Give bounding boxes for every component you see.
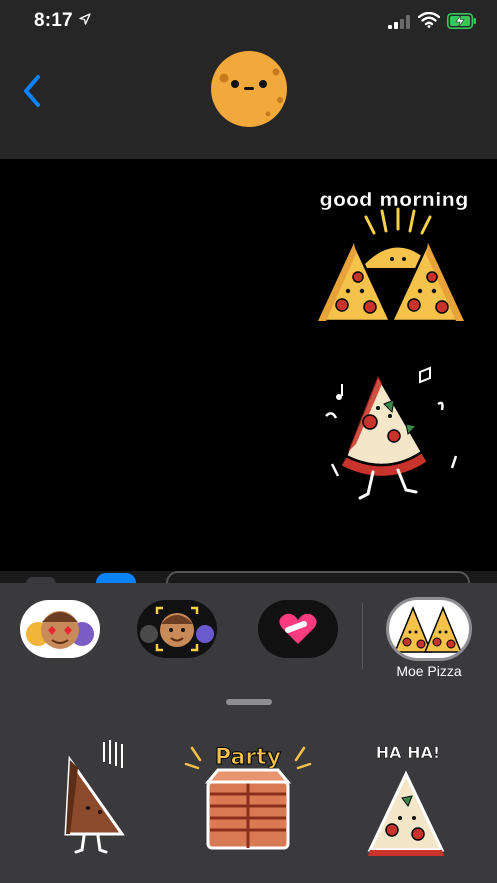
memoji-stickers-app-button[interactable] bbox=[20, 600, 100, 658]
cellular-signal-icon bbox=[388, 15, 410, 29]
moe-pizza-app-label: Moe Pizza bbox=[396, 663, 462, 679]
sticker-text: HA HA! bbox=[376, 743, 440, 762]
sticker-text: Party bbox=[215, 745, 281, 770]
location-arrow-icon bbox=[79, 13, 91, 25]
memoji-camera-icon bbox=[140, 606, 214, 652]
battery-charging-icon bbox=[447, 13, 476, 29]
dancing-pizza-sticker[interactable] bbox=[318, 364, 473, 514]
moe-pizza-app-button[interactable] bbox=[386, 597, 472, 661]
moe-pizza-icon bbox=[393, 606, 463, 653]
contact-avatar[interactable] bbox=[210, 50, 288, 128]
drawer-grabber-handle[interactable] bbox=[226, 699, 272, 705]
wifi-icon bbox=[418, 12, 440, 28]
imessage-app-drawer: Moe Pizza Party HA HA! bbox=[0, 583, 497, 883]
ha-ha-pizza-sticker[interactable]: HA HA! bbox=[356, 738, 456, 856]
digital-touch-heart-icon bbox=[279, 613, 317, 644]
digital-touch-app-button[interactable] bbox=[258, 600, 338, 658]
falling-pizza-sticker[interactable] bbox=[48, 738, 138, 856]
status-bar: 8:17 bbox=[0, 0, 497, 44]
status-time: 8:17 bbox=[34, 10, 73, 31]
memoji-camera-app-button[interactable] bbox=[137, 600, 217, 658]
app-drawer-divider bbox=[362, 603, 363, 669]
good-morning-pizza-sticker[interactable]: good morning bbox=[314, 179, 474, 329]
sticker-text: good morning bbox=[319, 189, 468, 211]
party-pizza-box-sticker[interactable]: Party bbox=[178, 738, 318, 856]
memoji-stickers-icon bbox=[26, 611, 94, 649]
back-chevron-icon[interactable] bbox=[18, 71, 46, 111]
conversation-area: good morning bbox=[0, 159, 497, 583]
conversation-header bbox=[0, 44, 497, 159]
